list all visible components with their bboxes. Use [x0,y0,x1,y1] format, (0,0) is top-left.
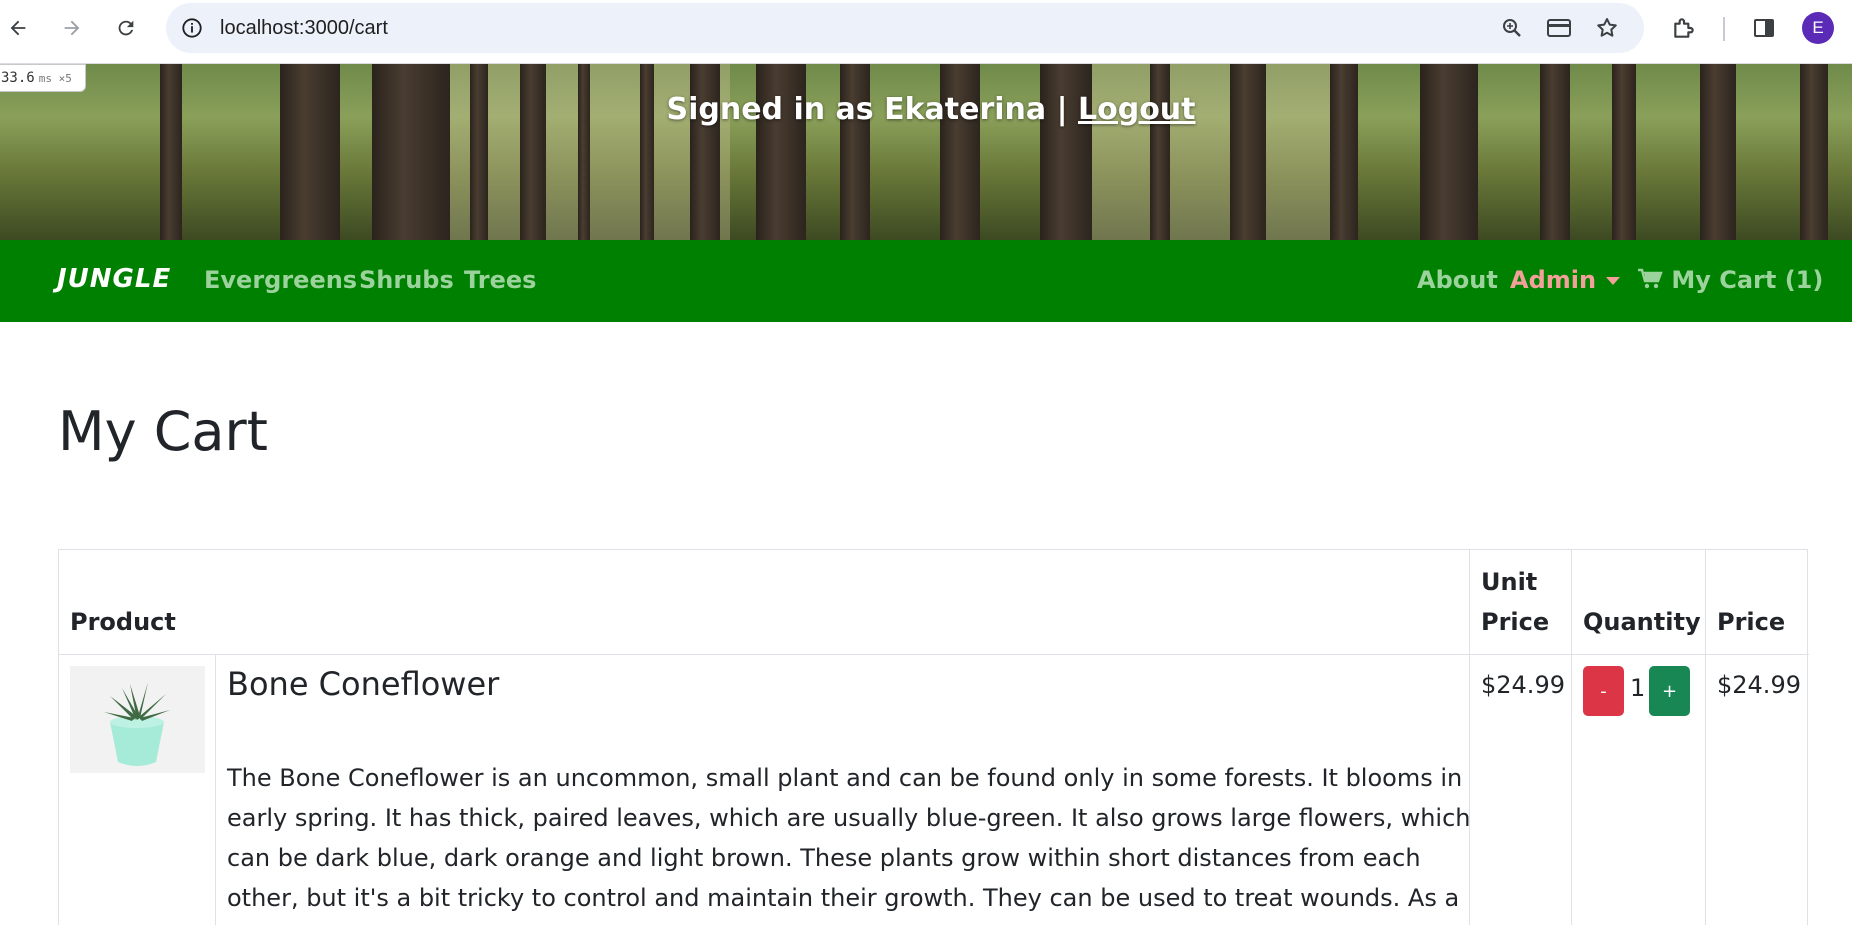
toolbar-separator [1723,17,1725,41]
extensions-puzzle-icon[interactable] [1666,10,1702,46]
nav-link-about[interactable]: About [1417,266,1498,294]
site-info-icon[interactable] [178,14,206,42]
back-button[interactable] [0,8,38,48]
card-icon[interactable] [1543,12,1575,44]
nav-link-cart[interactable]: My Cart (1) [1637,266,1823,294]
decrease-quantity-button[interactable]: - [1583,666,1624,716]
quantity-value: 1 [1630,674,1646,702]
unit-price: $24.99 [1481,671,1565,699]
cart-label: My Cart (1) [1671,266,1824,294]
page-title: My Cart [58,400,268,463]
nav-link-shrubs[interactable]: Shrubs [359,266,454,294]
zoom-icon[interactable] [1496,12,1528,44]
nav-link-trees[interactable]: Trees [464,266,536,294]
render-timer-badge: 33.6 ms ×5 [0,64,86,92]
admin-label: Admin [1510,266,1597,294]
brand-logo[interactable]: JUNGLE [57,264,171,294]
product-description: The Bone Coneflower is an uncommon, smal… [227,764,1471,925]
reload-icon [118,20,134,36]
signed-in-text: Signed in as Ekaterina | [666,92,1078,127]
caret-down-icon [1606,277,1621,285]
side-panel-icon[interactable] [1746,10,1782,46]
signed-in-status: Signed in as Ekaterina | Logout [0,92,1852,127]
forest-banner: Signed in as Ekaterina | Logout [0,64,1852,240]
increase-quantity-button[interactable]: + [1649,666,1690,716]
logout-link[interactable]: Logout [1078,92,1196,127]
header-unit-price-line1: Unit [1481,568,1538,596]
browser-toolbar: localhost:3000/cart E [0,0,1852,64]
cart-table: Product Unit Price Quantity Price Bone C… [58,549,1809,925]
address-bar[interactable]: localhost:3000/cart [166,3,1644,53]
timer-value: 33.6 [1,70,35,86]
header-product: Product [70,608,176,636]
main-navbar: JUNGLE Evergreens Shrubs Trees About Adm… [0,240,1852,322]
bookmark-star-icon[interactable] [1591,12,1623,44]
cart-icon [1638,268,1663,289]
url-text[interactable]: localhost:3000/cart [220,17,388,40]
forward-button[interactable] [52,8,92,48]
arrow-left-icon [10,20,26,36]
product-thumbnail [70,666,205,773]
nav-link-evergreens[interactable]: Evergreens [204,266,357,294]
reload-button[interactable] [106,8,146,48]
header-price: Price [1717,608,1786,636]
line-price: $24.99 [1717,671,1801,699]
product-name[interactable]: Bone Coneflower [227,665,499,703]
header-quantity: Quantity [1583,608,1701,636]
header-unit-price-line2: Price [1481,608,1550,636]
profile-avatar[interactable]: E [1802,12,1834,44]
arrow-right-icon [64,20,80,36]
admin-dropdown[interactable]: Admin [1510,266,1621,294]
timer-unit: ms ×5 [38,71,72,85]
